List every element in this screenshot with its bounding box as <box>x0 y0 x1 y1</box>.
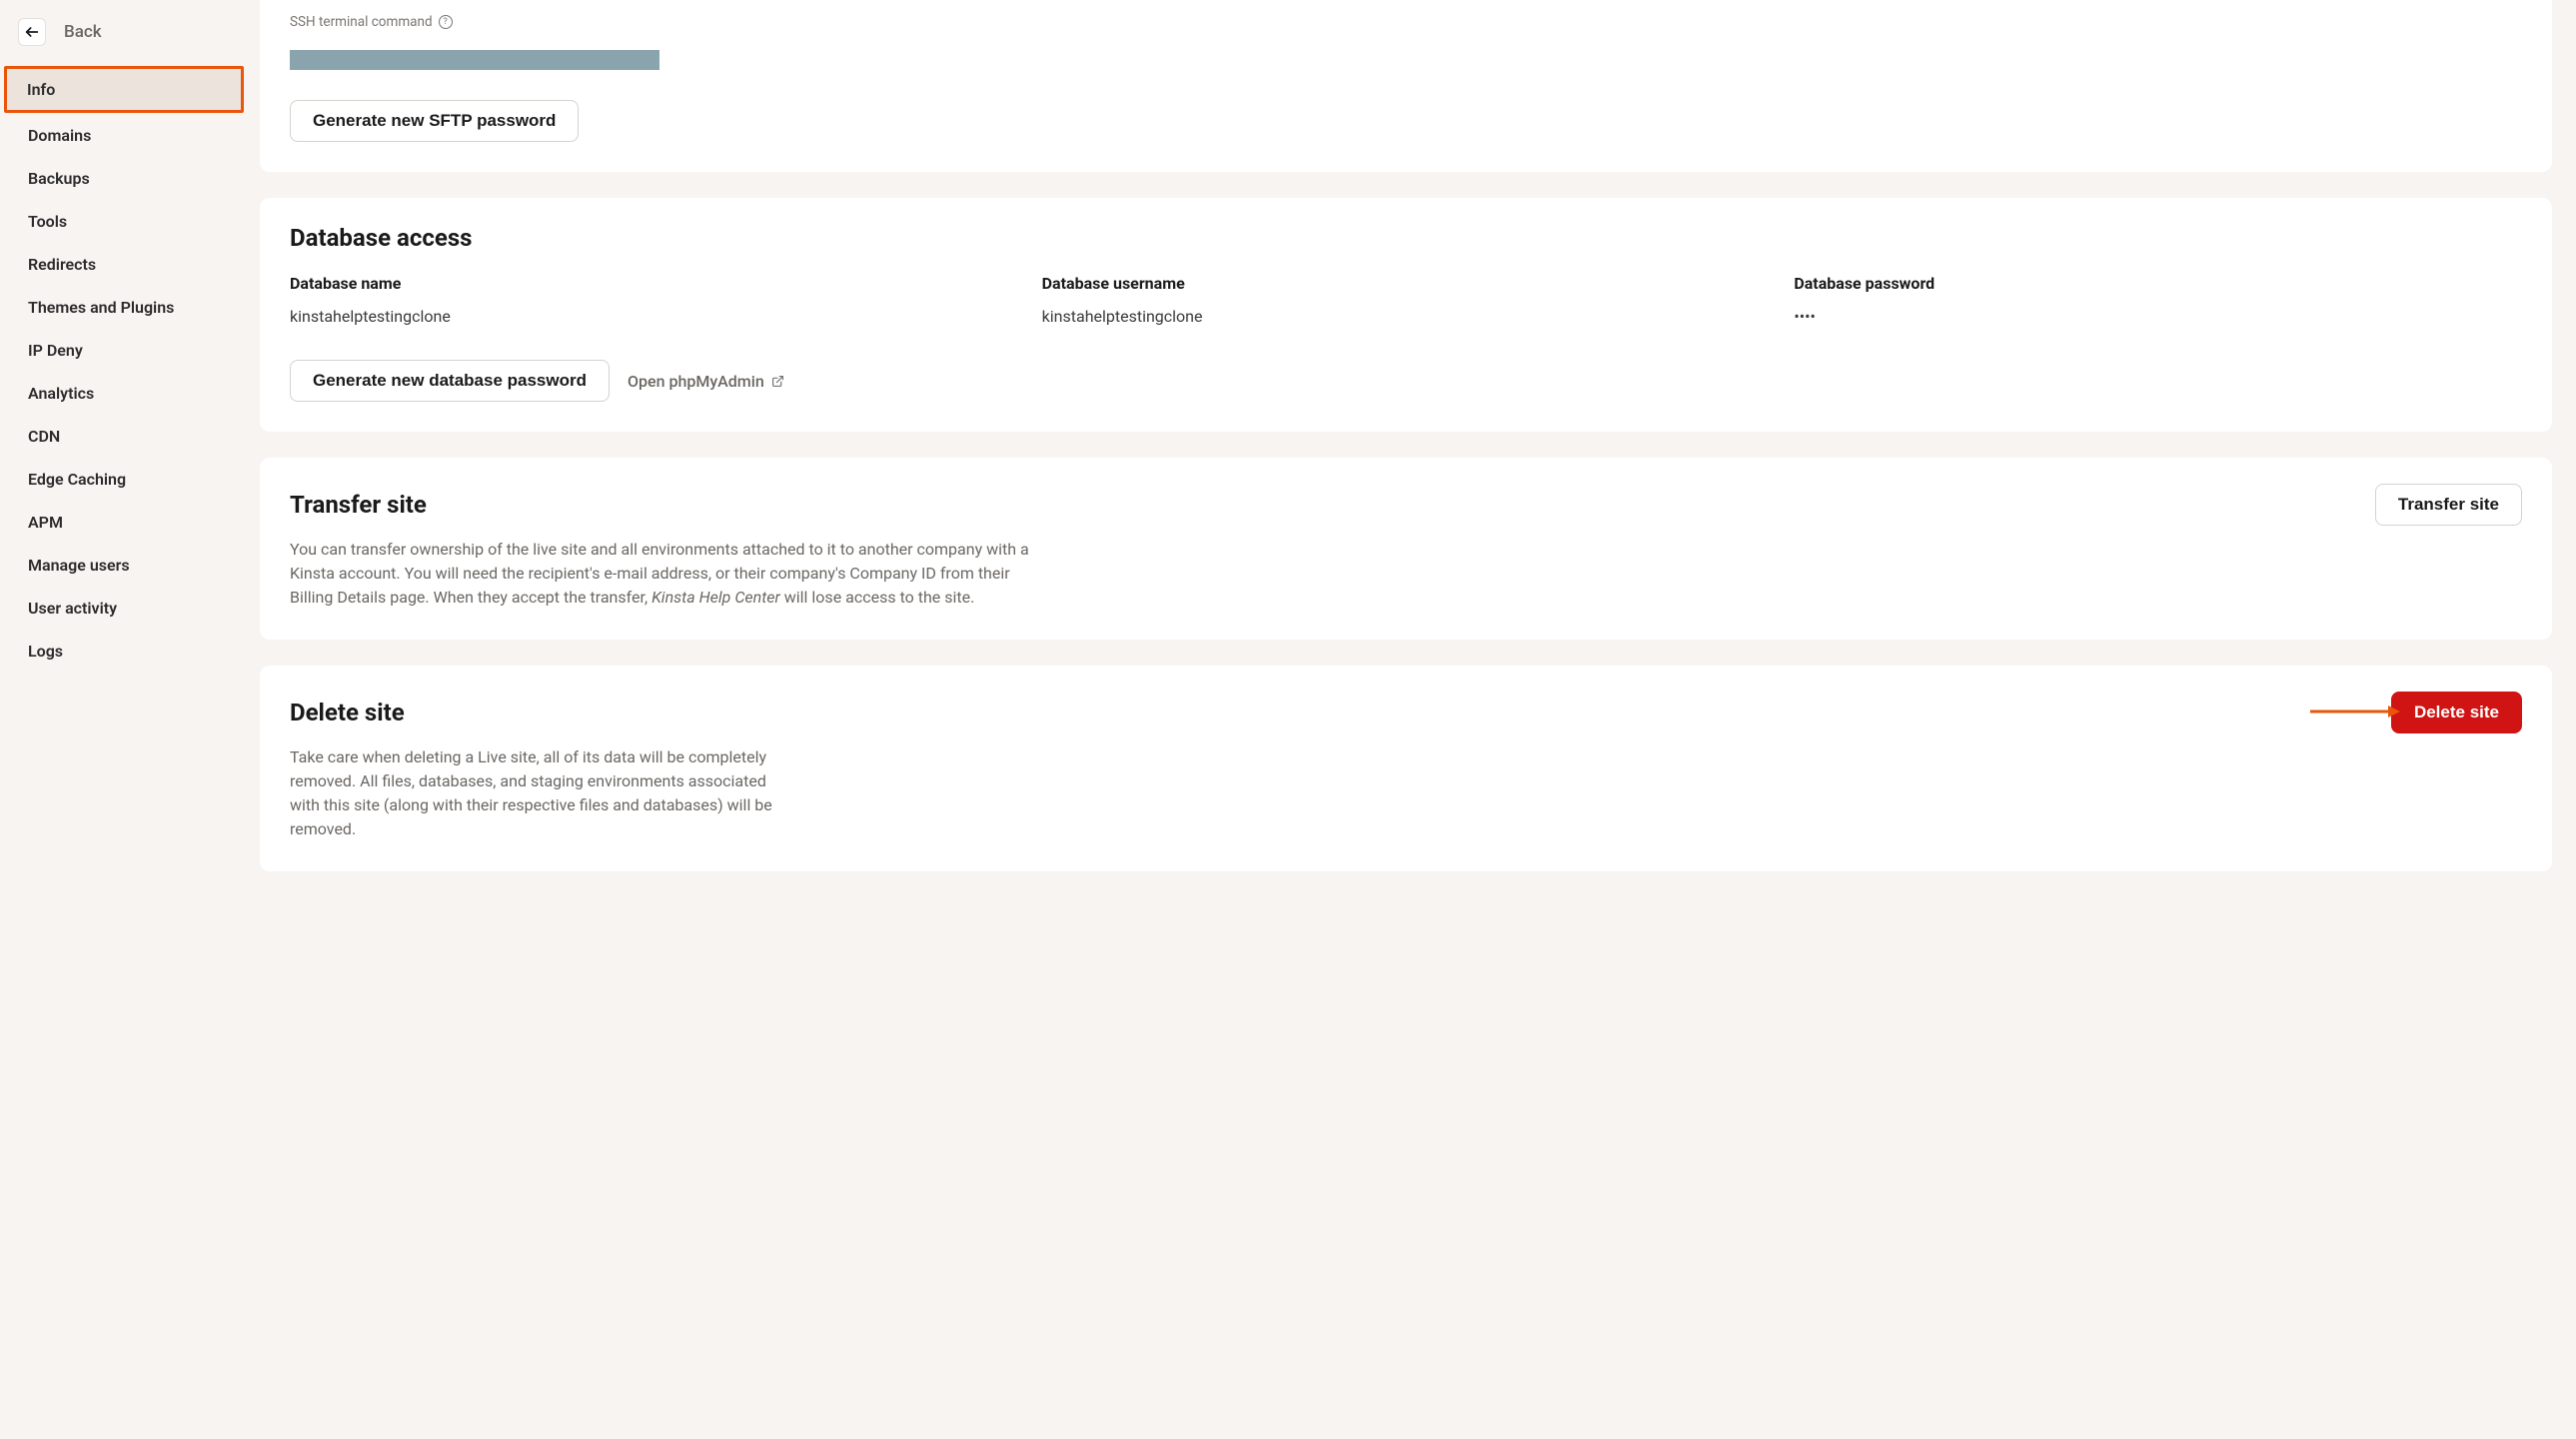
sidebar-item-backups[interactable]: Backups <box>8 158 240 199</box>
generate-sftp-password-button[interactable]: Generate new SFTP password <box>290 100 579 142</box>
sidebar-item-themes-plugins[interactable]: Themes and Plugins <box>8 287 240 328</box>
annotation-arrow-icon <box>2310 704 2400 720</box>
transfer-site-description: You can transfer ownership of the live s… <box>290 538 1049 610</box>
sidebar-item-logs[interactable]: Logs <box>8 631 240 672</box>
transfer-site-button[interactable]: Transfer site <box>2375 484 2522 526</box>
sidebar-item-manage-users[interactable]: Manage users <box>8 545 240 586</box>
sidebar-item-ip-deny[interactable]: IP Deny <box>8 330 240 371</box>
ssh-command-redacted <box>290 50 659 70</box>
back-label: Back <box>64 22 102 42</box>
nav-highlight: Info <box>4 66 244 113</box>
sidebar-item-domains[interactable]: Domains <box>8 115 240 156</box>
database-access-heading: Database access <box>290 224 2522 252</box>
db-username-label: Database username <box>1042 274 1771 293</box>
db-name-label: Database name <box>290 274 1018 293</box>
delete-site-button[interactable]: Delete site <box>2391 692 2522 733</box>
delete-site-description: Take care when deleting a Live site, all… <box>290 745 799 841</box>
sidebar-item-user-activity[interactable]: User activity <box>8 588 240 629</box>
ssh-label: SSH terminal command <box>290 14 433 30</box>
generate-db-password-button[interactable]: Generate new database password <box>290 360 610 402</box>
delete-site-heading: Delete site <box>290 699 405 726</box>
sidebar: Back Info Domains Backups Tools Redirect… <box>0 0 248 1439</box>
ssh-card: SSH terminal command ? Generate new SFTP… <box>260 0 2552 172</box>
sidebar-item-tools[interactable]: Tools <box>8 201 240 242</box>
transfer-site-card: Transfer site Transfer site You can tran… <box>260 458 2552 640</box>
db-password-value: •••• <box>1794 307 2522 326</box>
help-icon[interactable]: ? <box>439 15 453 29</box>
arrow-left-icon <box>24 24 40 40</box>
database-access-card: Database access Database name kinstahelp… <box>260 198 2552 432</box>
sidebar-item-edge-caching[interactable]: Edge Caching <box>8 459 240 500</box>
back-button[interactable] <box>18 18 46 46</box>
delete-site-card: Delete site Delete site Take care when d… <box>260 666 2552 871</box>
sidebar-item-info[interactable]: Info <box>7 69 241 110</box>
db-name-value: kinstahelptestingclone <box>290 307 1018 326</box>
open-phpmyadmin-link[interactable]: Open phpMyAdmin <box>628 372 784 391</box>
sidebar-item-apm[interactable]: APM <box>8 502 240 543</box>
sidebar-item-redirects[interactable]: Redirects <box>8 244 240 285</box>
transfer-site-heading: Transfer site <box>290 491 427 519</box>
sidebar-item-cdn[interactable]: CDN <box>8 416 240 457</box>
db-username-value: kinstahelptestingclone <box>1042 307 1771 326</box>
db-password-label: Database password <box>1794 274 2522 293</box>
main-content: SSH terminal command ? Generate new SFTP… <box>248 0 2576 1439</box>
external-link-icon <box>771 375 784 388</box>
open-phpmyadmin-label: Open phpMyAdmin <box>628 372 764 391</box>
sidebar-item-analytics[interactable]: Analytics <box>8 373 240 414</box>
